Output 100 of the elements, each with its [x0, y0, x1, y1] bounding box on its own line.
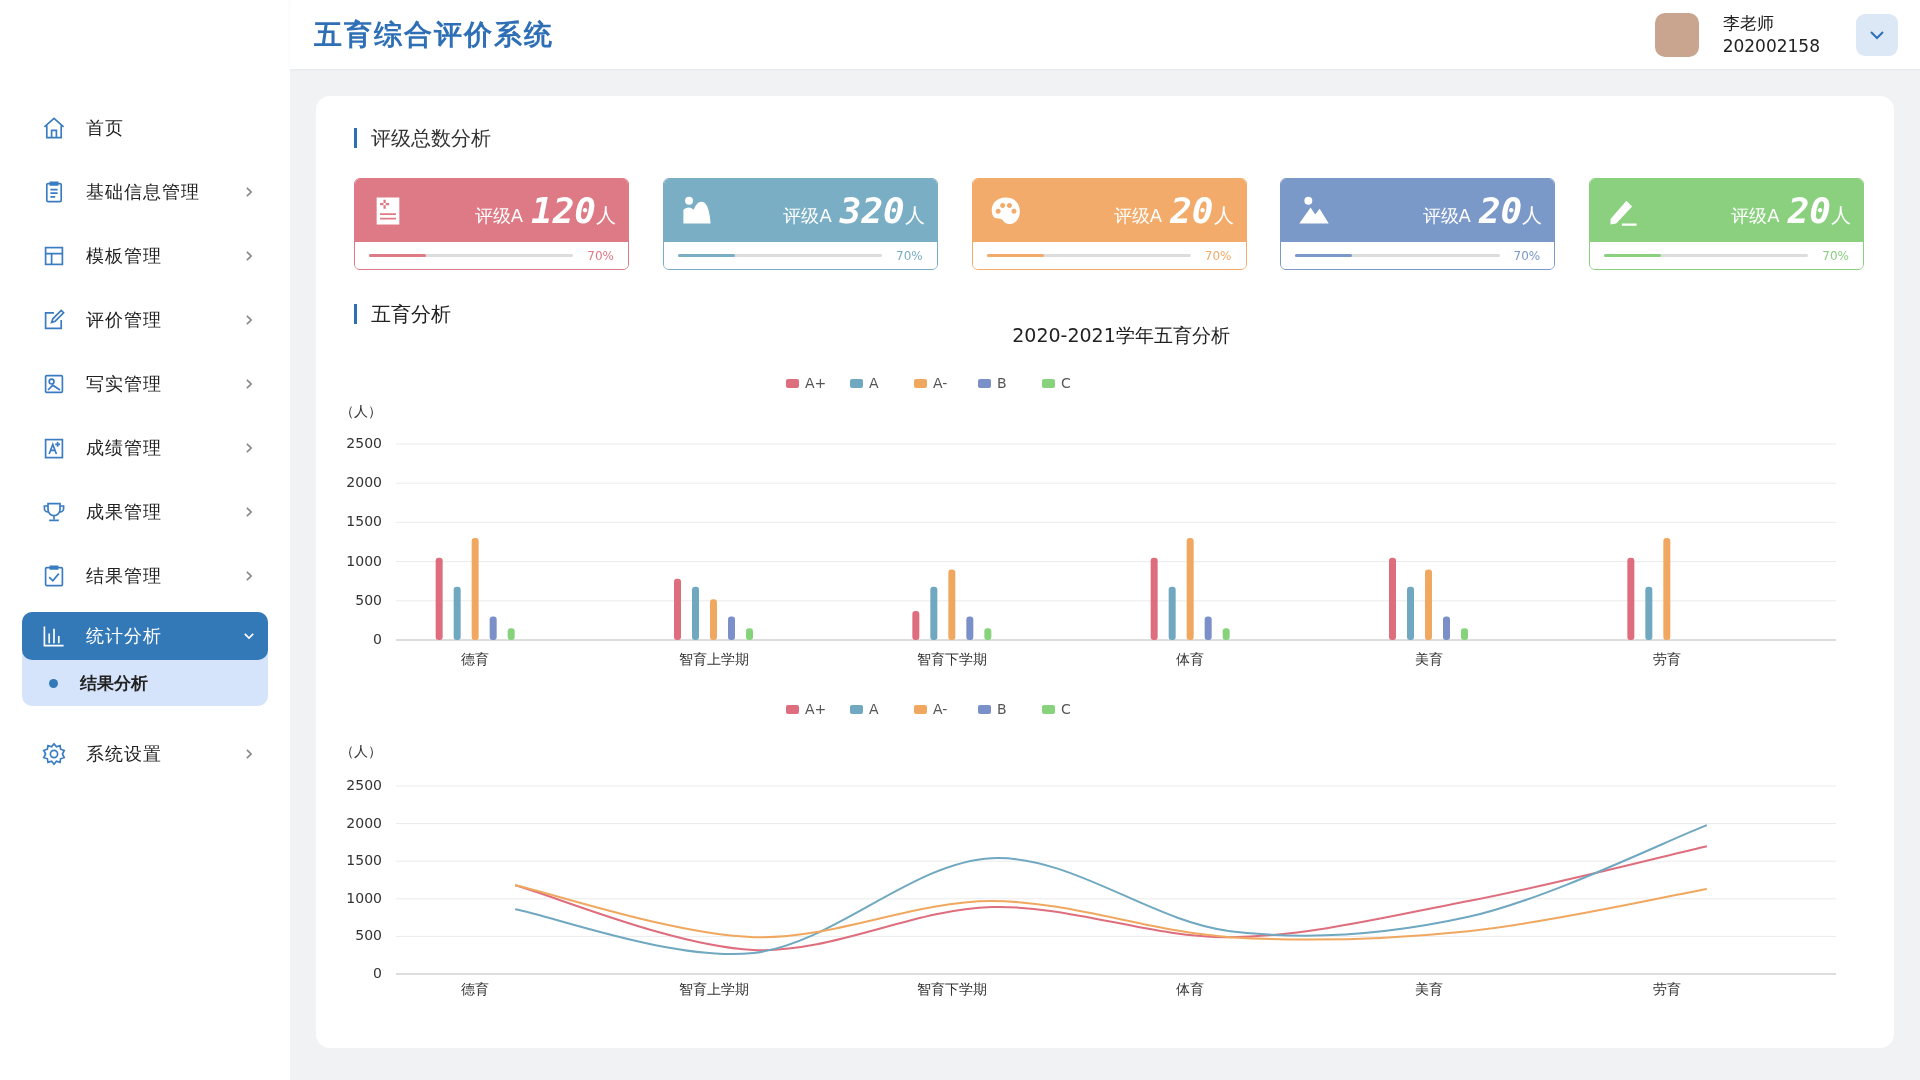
bar — [453, 586, 461, 640]
bar — [1407, 586, 1414, 640]
axis-label: （人） — [340, 403, 382, 419]
sidebar-item[interactable]: 成果管理 — [22, 480, 268, 544]
trophy-icon — [42, 500, 66, 524]
stat-label: 评级A — [783, 203, 832, 228]
sidebar-item[interactable]: 写实管理 — [22, 352, 268, 416]
user-id: 202002158 — [1722, 34, 1820, 58]
stat-label: 评级A — [1113, 203, 1163, 228]
legend-label: A+ — [805, 701, 827, 717]
stat-percent: 70% — [1822, 248, 1849, 263]
edit-icon — [42, 308, 66, 332]
chart-letter-icon — [42, 436, 66, 460]
legend-label: A — [869, 701, 879, 717]
sidebar-item[interactable]: 基础信息管理 — [22, 160, 268, 224]
tick-label: 1000 — [346, 552, 382, 569]
section-title: 评级总数分析 — [354, 128, 1864, 148]
stat-value: 20 — [1787, 190, 1831, 231]
legend-item[interactable]: A- — [914, 375, 948, 391]
legend-label: A- — [933, 375, 948, 391]
bar — [746, 628, 753, 640]
tick-label: 2500 — [346, 777, 382, 793]
legend-label: A — [869, 375, 879, 391]
category-label: 智育下学期 — [916, 981, 987, 997]
bar — [930, 586, 938, 640]
legend-label: A- — [933, 701, 948, 717]
chart-title: 2020-2021学年五育分析 — [1012, 324, 1230, 346]
bar — [1425, 569, 1432, 640]
bar — [1461, 628, 1468, 640]
dropdown-button[interactable] — [1856, 13, 1898, 56]
legend-label: C — [1061, 701, 1071, 717]
bar — [674, 578, 681, 640]
legend-label: A+ — [805, 375, 827, 391]
legend-item[interactable]: A+ — [786, 375, 827, 391]
stat-unit: 人 — [904, 203, 925, 229]
legend-item[interactable]: A+ — [786, 701, 827, 717]
category-label: 美育 — [1414, 651, 1443, 667]
sidebar-item[interactable]: 模板管理 — [22, 224, 268, 288]
bar — [912, 611, 920, 640]
legend-label: B — [997, 375, 1007, 391]
bar — [966, 616, 974, 640]
tick-label: 2500 — [346, 435, 382, 451]
tick-label: 0 — [373, 631, 382, 647]
legend-item[interactable]: A — [850, 375, 879, 391]
legend-item[interactable]: A — [850, 701, 879, 717]
tick-label: 1500 — [346, 852, 382, 869]
category-label: 劳育 — [1652, 981, 1681, 997]
legend-label: B — [997, 701, 1007, 717]
home-icon — [42, 116, 66, 140]
legend-item[interactable]: C — [1042, 375, 1071, 391]
photo-icon — [42, 372, 66, 396]
submenu-item[interactable]: 结果分析 — [22, 660, 268, 706]
category-label: 劳育 — [1652, 651, 1681, 667]
bar — [489, 616, 497, 640]
bar — [1443, 616, 1450, 640]
bar — [692, 586, 699, 640]
sidebar-item[interactable]: 统计分析 — [22, 612, 268, 660]
sidebar-item[interactable]: 系统设置 — [22, 722, 268, 786]
stat-label: 评级A — [474, 203, 523, 228]
category-label: 体育 — [1176, 651, 1205, 667]
category-label: 智育上学期 — [678, 981, 749, 997]
avatar — [1654, 12, 1699, 57]
tick-label: 500 — [355, 591, 382, 608]
tick-label: 0 — [373, 965, 382, 981]
section-title: 五育分析 — [354, 304, 1864, 324]
app-title: 五育综合评价系统 — [314, 16, 554, 53]
legend-item[interactable]: A- — [914, 701, 948, 717]
stat-percent: 70% — [1204, 248, 1232, 263]
clipboard-check-icon — [42, 564, 66, 588]
user-name: 李老师 — [1722, 11, 1775, 35]
stat-unit: 人 — [1213, 202, 1234, 229]
category-label: 体育 — [1176, 981, 1205, 997]
legend-item[interactable]: C — [1042, 701, 1071, 717]
stat-unit: 人 — [1831, 203, 1851, 229]
stat-label: 评级A — [1731, 203, 1780, 228]
tick-label: 1500 — [346, 513, 382, 530]
category-label: 智育下学期 — [916, 651, 987, 667]
settings-icon — [42, 742, 66, 766]
stat-value: 320 — [839, 190, 905, 231]
sidebar-item[interactable]: 结果管理 — [22, 544, 268, 608]
stat-percent: 70% — [1513, 248, 1541, 263]
layout-icon — [42, 244, 66, 268]
bar — [984, 628, 992, 640]
stat-value: 20 — [1478, 190, 1523, 231]
bar — [1204, 616, 1212, 640]
category-label: 美育 — [1414, 981, 1443, 997]
bar — [1645, 586, 1653, 640]
sidebar-item[interactable]: 成绩管理 — [22, 416, 268, 480]
sidebar-item[interactable]: 评价管理 — [22, 288, 268, 352]
legend-item[interactable]: B — [978, 701, 1007, 717]
bar — [710, 599, 717, 640]
category-label: 德育 — [461, 981, 490, 997]
category-label: 德育 — [461, 651, 490, 667]
tick-label: 2000 — [346, 474, 382, 491]
stat-label: 评级A — [1422, 203, 1471, 228]
tick-label: 1000 — [346, 889, 382, 906]
sidebar-item[interactable]: 首页 — [22, 96, 268, 160]
tick-label: 500 — [355, 927, 382, 944]
legend-item[interactable]: B — [978, 375, 1007, 391]
bar — [1168, 586, 1176, 640]
